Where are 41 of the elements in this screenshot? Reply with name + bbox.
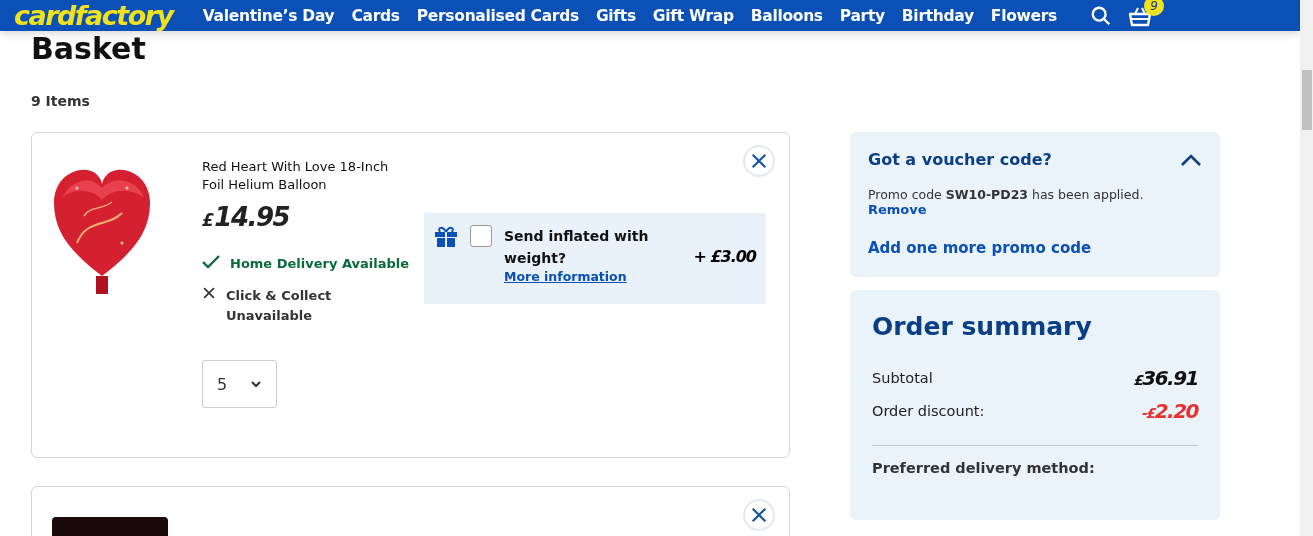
upsell-price: + £3.00 — [693, 247, 756, 268]
item-count: 9 Items — [31, 92, 91, 111]
chevron-down-icon — [250, 380, 262, 388]
basket-count-badge: 9 — [1144, 0, 1164, 16]
remove-item-button[interactable] — [743, 499, 775, 531]
remove-item-button[interactable] — [743, 145, 775, 177]
page-title: Basket — [31, 31, 147, 68]
product-price: £14.95 — [202, 202, 291, 232]
product-name: Red Heart With Love 18-Inch Foil Helium Balloon — [202, 158, 390, 194]
add-promo-code-link[interactable]: Add one more promo code — [868, 239, 1202, 257]
upsell-label: Send inflated with weight? — [504, 227, 650, 268]
summary-title: Order summary — [872, 312, 1093, 341]
nav-link[interactable]: Flowers — [990, 6, 1057, 25]
nav-link[interactable]: Valentine’s Day — [202, 6, 335, 25]
nav-link[interactable]: Party — [839, 6, 885, 25]
scrollbar[interactable] — [1300, 0, 1313, 536]
delivery-method-label: Preferred delivery method: — [872, 460, 1096, 476]
summary-label: Subtotal — [872, 369, 933, 386]
more-information-link[interactable]: More information — [504, 269, 664, 284]
chevron-up-icon[interactable] — [1180, 152, 1202, 167]
nav-link[interactable]: Gifts — [595, 6, 636, 25]
close-icon — [750, 506, 768, 524]
promo-message: Promo code SW10-PD23 has been applied. — [868, 187, 1145, 202]
delivery-option: Click & Collect Unavailable — [226, 286, 346, 326]
quantity-select[interactable]: 5 — [202, 360, 277, 408]
nav-link[interactable]: Personalised Cards — [416, 6, 579, 25]
delivery-option: Home Delivery Available — [230, 254, 410, 274]
search-icon[interactable] — [1090, 4, 1112, 27]
voucher-title: Got a voucher code? — [868, 150, 1052, 169]
nav-link[interactable]: Balloons — [750, 6, 823, 25]
remove-link[interactable]: Remove — [868, 202, 1202, 217]
close-icon — [750, 152, 768, 170]
checkbox[interactable] — [470, 225, 492, 247]
gift-icon — [434, 225, 458, 247]
summary-value: -£2.20 — [1142, 398, 1198, 423]
nav-link[interactable]: Gift Wrap — [652, 6, 734, 25]
logo[interactable]: cardfactory — [14, 0, 173, 31]
summary-value: £36.91 — [1134, 365, 1198, 390]
nav-link[interactable]: Birthday — [901, 6, 974, 25]
nav-link[interactable]: Cards — [351, 6, 400, 25]
summary-label: Order discount: — [872, 402, 985, 419]
